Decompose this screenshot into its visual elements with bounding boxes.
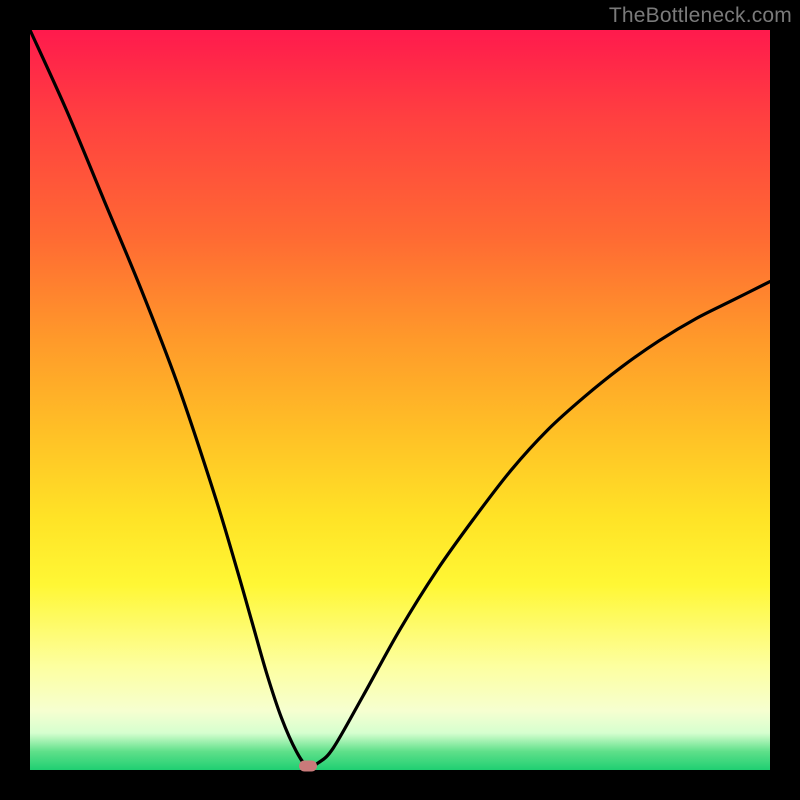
chart-frame: TheBottleneck.com [0, 0, 800, 800]
minimum-marker [299, 761, 317, 772]
bottleneck-curve [30, 30, 770, 770]
watermark-text: TheBottleneck.com [609, 4, 792, 28]
plot-area [30, 30, 770, 770]
